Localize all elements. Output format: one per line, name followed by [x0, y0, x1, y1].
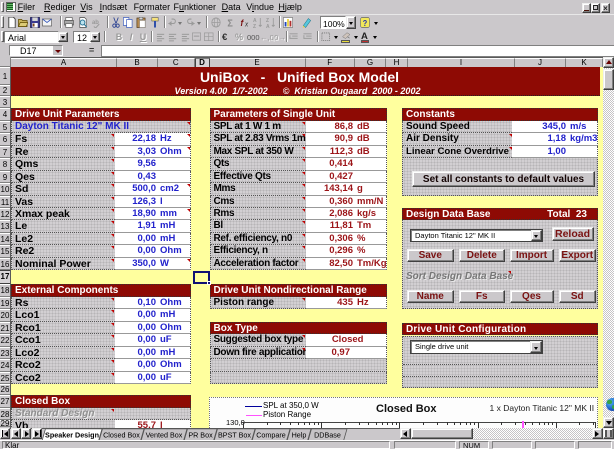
- svg-text:BPST Box: BPST Box: [218, 430, 251, 439]
- svg-text:PR Box: PR Box: [188, 430, 213, 439]
- svg-text:Closed Box: Closed Box: [103, 430, 140, 439]
- svg-text:Compare: Compare: [256, 430, 286, 439]
- svg-text:f: f: [240, 18, 244, 28]
- svg-text:x: x: [244, 21, 249, 28]
- svg-text:Speaker Design: Speaker Design: [45, 430, 99, 439]
- svg-text:Σ: Σ: [227, 18, 233, 28]
- svg-text:?: ?: [363, 19, 368, 28]
- svg-text:Vented Box: Vented Box: [146, 430, 183, 439]
- svg-text:DDBase: DDBase: [314, 430, 341, 439]
- svg-text:A: A: [266, 24, 270, 28]
- svg-text:Z: Z: [253, 24, 257, 28]
- svg-text:Help: Help: [292, 430, 307, 439]
